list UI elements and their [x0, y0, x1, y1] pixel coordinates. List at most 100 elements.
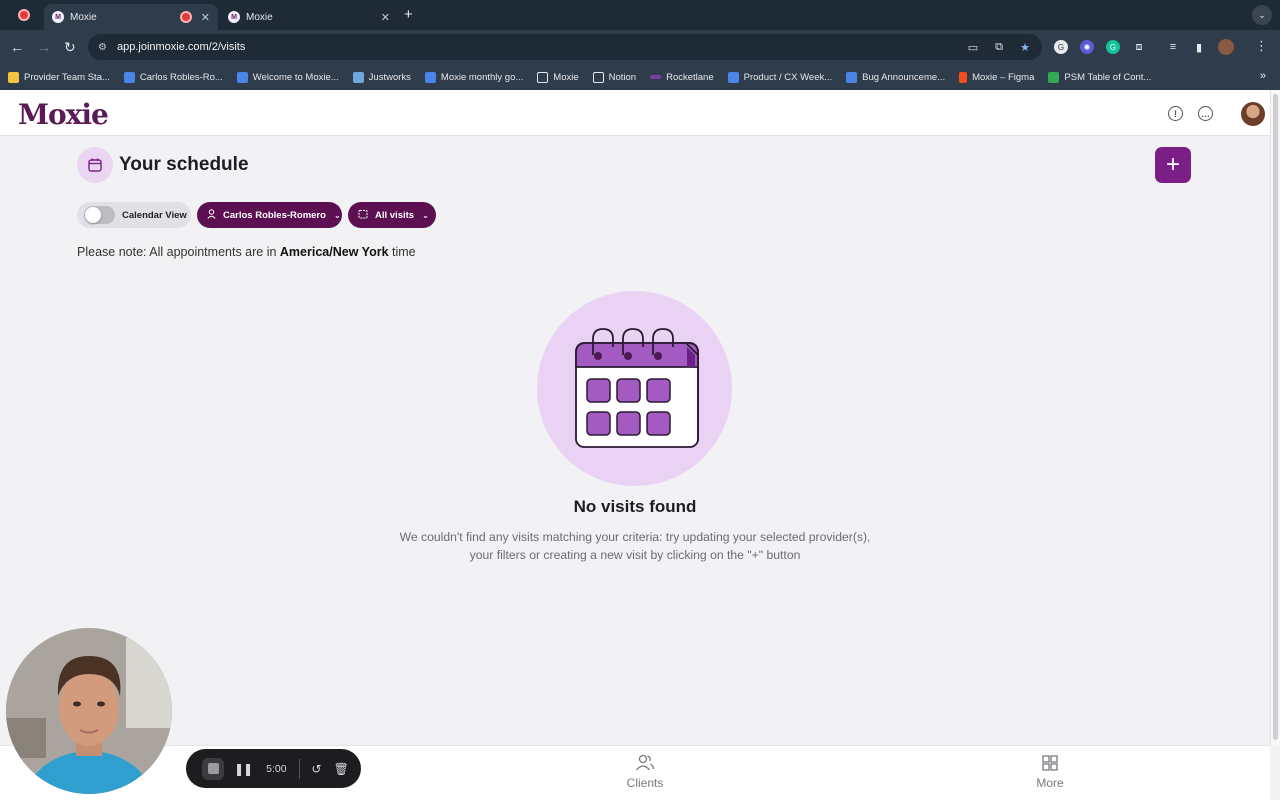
install-app-icon[interactable]: ⧉	[992, 40, 1006, 54]
tab-title: Moxie	[246, 11, 273, 23]
empty-desc-line: your filters or creating a new visit by …	[469, 548, 801, 562]
justworks-icon	[352, 71, 364, 83]
bookmark-item[interactable]: Justworks	[352, 71, 411, 83]
close-tab-icon[interactable]: ✕	[201, 11, 210, 24]
chevron-down-icon: ⌄	[333, 210, 341, 220]
browser-tab-active[interactable]: M Moxie ✕	[44, 4, 218, 30]
new-tab-icon[interactable]: +	[404, 6, 413, 23]
bookmark-item[interactable]: Bug Announceme...	[846, 71, 946, 83]
person-icon	[207, 209, 216, 221]
stop-icon	[207, 763, 219, 774]
bookmark-folder[interactable]: Notion	[592, 71, 636, 83]
app-header: Moxie ! …	[0, 90, 1270, 136]
presenter-video	[6, 628, 172, 794]
bookmark-label: Provider Team Sta...	[24, 71, 110, 83]
camera-icon[interactable]: ▭	[966, 40, 980, 54]
empty-desc-line: We couldn't find any visits matching you…	[399, 530, 871, 544]
clients-icon	[635, 754, 655, 771]
trash-icon[interactable]: 🗑	[334, 762, 349, 776]
bookmark-label: Moxie – Figma	[972, 71, 1035, 83]
user-avatar[interactable]	[1241, 102, 1265, 126]
bookmark-label: PSM Table of Cont...	[1064, 71, 1152, 83]
profile-avatar[interactable]	[1218, 39, 1234, 55]
bookmark-label: Bug Announceme...	[862, 71, 946, 83]
browser-menu-icon[interactable]: ⋮	[1255, 38, 1268, 54]
restart-icon[interactable]: ↺	[312, 762, 322, 776]
calendar-icon	[77, 147, 113, 183]
bookmark-label: Rocketlane	[666, 71, 714, 83]
forward-icon[interactable]: →	[37, 39, 51, 55]
bookmark-item[interactable]: Welcome to Moxie...	[236, 71, 339, 83]
media-controls-icon[interactable]: ≡	[1166, 40, 1180, 54]
bookmark-item[interactable]: PSM Table of Cont...	[1048, 71, 1152, 83]
extension-icon[interactable]: G	[1054, 40, 1068, 54]
provider-filter-label: Carlos Robles-Romero	[223, 209, 326, 221]
stop-recording-button[interactable]	[202, 757, 224, 780]
grammarly-icon[interactable]: G	[1106, 40, 1120, 54]
moxie-favicon-icon: M	[52, 11, 64, 23]
reload-icon[interactable]: ↻	[64, 39, 76, 56]
bookmark-label: Justworks	[368, 71, 411, 83]
empty-calendar-illustration	[537, 291, 732, 486]
timezone-note: Please note: All appointments are in Ame…	[77, 245, 416, 259]
recording-controls: ❚❚ 5:00 ↺ 🗑	[186, 749, 361, 788]
docs-icon	[236, 71, 248, 83]
slides-icon	[8, 71, 19, 83]
moxie-favicon-icon: M	[228, 11, 240, 23]
bookmark-star-icon[interactable]: ★	[1018, 40, 1032, 54]
provider-filter-dropdown[interactable]: Carlos Robles-Romero ⌄	[197, 202, 342, 228]
more-bookmarks-icon[interactable]: »	[1260, 70, 1266, 82]
scrollbar-thumb[interactable]	[1273, 94, 1278, 740]
close-tab-icon[interactable]: ✕	[381, 11, 390, 24]
figma-icon	[959, 71, 968, 83]
toggle-switch[interactable]	[84, 206, 115, 224]
back-icon[interactable]: ←	[10, 39, 24, 55]
bookmark-item[interactable]: Rocketlane	[650, 72, 714, 83]
empty-state-description: We couldn't find any visits matching you…	[385, 528, 885, 564]
extension-icon[interactable]: ✺	[1080, 40, 1094, 54]
info-icon[interactable]: !	[1168, 106, 1183, 121]
page-scrollbar[interactable]	[1270, 90, 1280, 745]
bookmark-item[interactable]: Carlos Robles-Ro...	[123, 71, 223, 83]
docs-icon	[123, 71, 135, 83]
bookmark-folder[interactable]: Moxie	[537, 71, 579, 83]
bookmark-label: Carlos Robles-Ro...	[139, 71, 223, 83]
moxie-logo[interactable]: Moxie	[18, 98, 109, 131]
grid-icon	[1042, 755, 1058, 771]
address-bar[interactable]: ⚙ app.joinmoxie.com/2/visits ▭ ⧉ ★	[88, 34, 1042, 60]
folder-icon	[537, 71, 549, 83]
recording-indicator-icon	[18, 9, 30, 21]
bookmark-item[interactable]: Moxie monthly go...	[424, 71, 524, 83]
calendar-view-toggle[interactable]: Calendar View	[77, 202, 191, 228]
bookmark-item[interactable]: Provider Team Sta...	[8, 71, 110, 83]
recording-timer: 5:00	[266, 762, 287, 775]
toggle-knob	[85, 207, 101, 223]
note-timezone: America/New York	[279, 245, 389, 259]
note-suffix: time	[388, 245, 416, 259]
webcam-overlay[interactable]	[6, 628, 172, 794]
bookmark-label: Moxie monthly go...	[440, 71, 524, 83]
extensions-puzzle-icon[interactable]: ⧈	[1132, 40, 1146, 54]
chevron-down-icon: ⌄	[422, 210, 429, 220]
side-panel-icon[interactable]: ▮	[1192, 40, 1206, 54]
tab-search-icon[interactable]: ⌄	[1252, 5, 1272, 25]
url-text: app.joinmoxie.com/2/visits	[116, 41, 246, 53]
visits-filter-label: All visits	[375, 209, 415, 221]
pause-icon[interactable]: ❚❚	[234, 762, 253, 776]
chat-icon[interactable]: …	[1198, 106, 1213, 121]
bookmarks-bar: Provider Team Sta... Carlos Robles-Ro...…	[0, 64, 1280, 90]
site-settings-icon[interactable]: ⚙	[98, 42, 107, 53]
add-visit-button[interactable]: +	[1155, 147, 1191, 183]
nav-clients[interactable]: Clients	[605, 754, 685, 790]
browser-tab[interactable]: M Moxie ✕	[222, 4, 398, 30]
filter-calendar-icon	[358, 209, 368, 221]
bookmark-item[interactable]: Moxie – Figma	[959, 71, 1035, 83]
bookmark-item[interactable]: Product / CX Week...	[727, 71, 833, 83]
sheets-icon	[1048, 71, 1060, 83]
nav-more-label: More	[1036, 776, 1064, 790]
visits-filter-dropdown[interactable]: All visits ⌄	[348, 202, 436, 228]
nav-more[interactable]: More	[1010, 754, 1090, 790]
bookmark-label: Product / CX Week...	[743, 71, 833, 83]
tab-recording-icon	[180, 11, 192, 23]
divider	[298, 758, 300, 779]
